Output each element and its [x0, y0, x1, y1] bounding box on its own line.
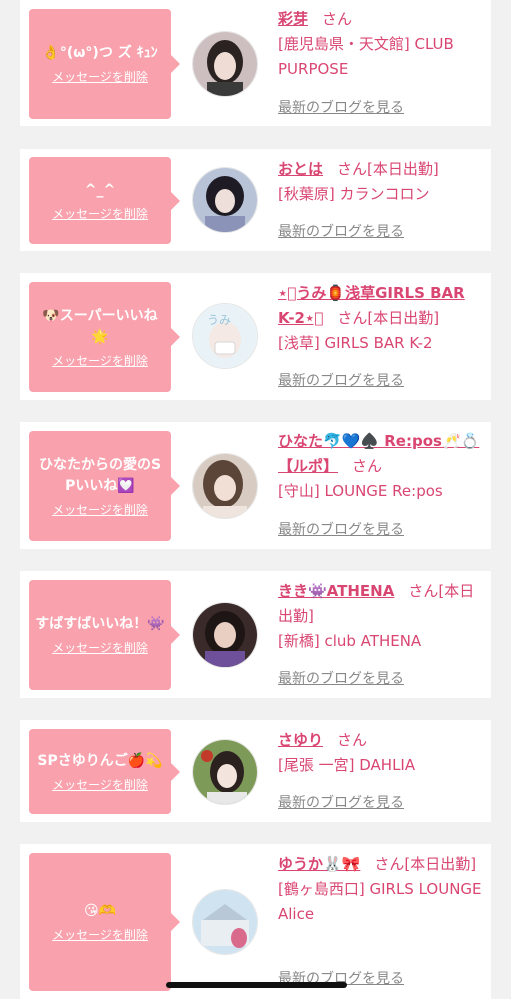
- message-card: すばすばいいね！👾 メッセージを削除 きき👾ATHENA さん[本日出勤] [新橋…: [20, 571, 491, 698]
- profile-info: おとは さん[本日出勤] [秋葉原] カランコロン: [278, 157, 483, 207]
- work-status: [本日出勤]: [367, 309, 440, 327]
- latest-blog-link[interactable]: 最新のブログを見る: [278, 221, 404, 241]
- shop-label: [鶴ヶ島西口] GIRLS LOUNGE Alice: [278, 880, 482, 923]
- delete-message-link[interactable]: メッセージを削除: [52, 639, 148, 656]
- message-text: ひなたからの愛のSPいいね💟: [38, 456, 162, 494]
- delete-message-link[interactable]: メッセージを削除: [52, 926, 148, 943]
- avatar[interactable]: [192, 453, 258, 519]
- profile-info: ひなた🐬💙♠️ Re:pos🥂💍【ルポ】 さん [守山] LOUNGE Re:po…: [278, 429, 483, 504]
- message-card: SPさゆりんご🍎💫 メッセージを削除 さゆり さん [尾張 一宮] DAHLIA …: [20, 720, 491, 822]
- message-bubble: ^_^ メッセージを削除: [29, 157, 180, 244]
- message-text: SPさゆりんご🍎💫: [37, 752, 163, 769]
- honorific: さん: [337, 160, 368, 178]
- shop-label: [浅草] GIRLS BAR K-2: [278, 334, 433, 352]
- message-text: 🐶スーパーいいね🌟: [42, 307, 158, 345]
- profile-info: きき👾ATHENA さん[本日出勤] [新橋] club ATHENA: [278, 579, 483, 654]
- shop-label: [尾張 一宮] DAHLIA: [278, 756, 416, 774]
- profile-name-link[interactable]: おとは: [278, 160, 323, 178]
- profile-info: ゆうか🐰🎀 さん[本日出勤] [鶴ヶ島西口] GIRLS LOUNGE Alice: [278, 852, 483, 927]
- latest-blog-link[interactable]: 最新のブログを見る: [278, 792, 404, 812]
- honorific: さん: [322, 10, 353, 28]
- message-text: すばすばいいね！👾: [35, 616, 165, 632]
- shop-label: [新橋] club ATHENA: [278, 632, 422, 650]
- delete-message-link[interactable]: メッセージを削除: [52, 68, 148, 85]
- profile-name-link[interactable]: きき👾ATHENA: [278, 582, 394, 600]
- work-status: [本日出勤]: [367, 160, 439, 178]
- message-card: ひなたからの愛のSPいいね💟 メッセージを削除 ひなた🐬💙♠️ Re:pos🥂💍…: [20, 422, 491, 549]
- message-text: 😘🫶: [83, 903, 117, 919]
- avatar[interactable]: [192, 889, 258, 955]
- shop-label: [守山] LOUNGE Re:pos: [278, 482, 443, 500]
- honorific: さん: [337, 309, 368, 327]
- home-indicator[interactable]: [166, 982, 347, 988]
- message-card: 🐶スーパーいいね🌟 メッセージを削除 うみ ⋆͛うみ🏮浅草GIRLS BAR K…: [20, 273, 491, 400]
- svg-text:うみ: うみ: [207, 313, 231, 327]
- latest-blog-link[interactable]: 最新のブログを見る: [278, 668, 404, 688]
- shop-label: [鹿児島県・天文館] CLUB PURPOSE: [278, 35, 454, 78]
- profile-info: 彩芽 さん [鹿児島県・天文館] CLUB PURPOSE: [278, 7, 483, 82]
- avatar[interactable]: [192, 167, 258, 233]
- message-card: 👌°(ω°)つ ズ ｷｭﾝ メッセージを削除 彩芽 さん [鹿児島県・天文館] C…: [20, 0, 491, 126]
- profile-info: ⋆͛うみ🏮浅草GIRLS BAR K-2⋆͛ さん[本日出勤] [浅草] GIRL…: [278, 281, 483, 356]
- honorific: さん: [337, 731, 368, 749]
- message-card: 😘🫶 メッセージを削除 ゆうか🐰🎀 さん[本日出勤] [鶴ヶ島西口] GIRLS …: [20, 844, 491, 999]
- shop-label: [秋葉原] カランコロン: [278, 185, 430, 203]
- message-bubble: ひなたからの愛のSPいいね💟 メッセージを削除: [29, 431, 180, 541]
- profile-name-link[interactable]: 彩芽: [278, 10, 308, 28]
- message-bubble: 🐶スーパーいいね🌟 メッセージを削除: [29, 282, 180, 392]
- latest-blog-link[interactable]: 最新のブログを見る: [278, 97, 404, 117]
- message-bubble: SPさゆりんご🍎💫 メッセージを削除: [29, 729, 180, 814]
- avatar[interactable]: うみ: [192, 303, 258, 369]
- honorific: さん: [374, 855, 405, 873]
- message-text: ^_^: [84, 181, 116, 198]
- honorific: さん: [352, 457, 383, 475]
- avatar[interactable]: [192, 602, 258, 668]
- message-card: ^_^ メッセージを削除 おとは さん[本日出勤] [秋葉原] カランコロン 最新…: [20, 149, 491, 251]
- latest-blog-link[interactable]: 最新のブログを見る: [278, 519, 404, 539]
- message-text: 👌°(ω°)つ ズ ｷｭﾝ: [42, 45, 158, 61]
- profile-name-link[interactable]: さゆり: [278, 731, 323, 749]
- avatar[interactable]: [192, 31, 258, 97]
- message-bubble: 😘🫶 メッセージを削除: [29, 853, 180, 991]
- profile-name-link[interactable]: ゆうか🐰🎀: [278, 855, 360, 873]
- delete-message-link[interactable]: メッセージを削除: [52, 501, 148, 518]
- message-bubble: すばすばいいね！👾 メッセージを削除: [29, 580, 180, 690]
- message-bubble: 👌°(ω°)つ ズ ｷｭﾝ メッセージを削除: [29, 9, 180, 119]
- delete-message-link[interactable]: メッセージを削除: [52, 776, 148, 793]
- work-status: [本日出勤]: [404, 855, 477, 873]
- profile-info: さゆり さん [尾張 一宮] DAHLIA: [278, 728, 483, 778]
- delete-message-link[interactable]: メッセージを削除: [52, 205, 148, 222]
- avatar[interactable]: [192, 739, 258, 805]
- delete-message-link[interactable]: メッセージを削除: [52, 352, 148, 369]
- honorific: さん: [408, 582, 439, 600]
- latest-blog-link[interactable]: 最新のブログを見る: [278, 370, 404, 390]
